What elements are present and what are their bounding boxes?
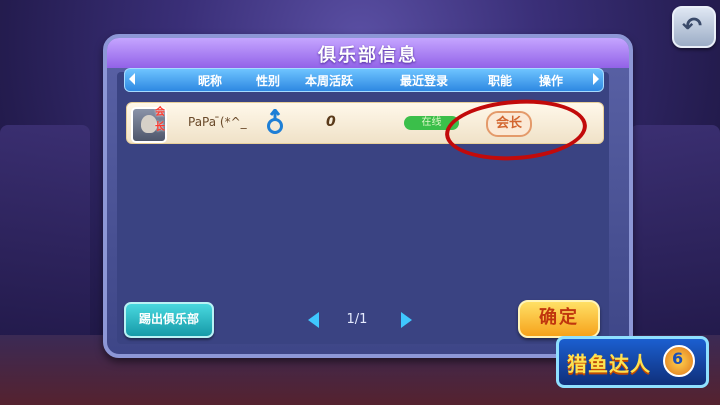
logo-text: 猎鱼达人 [567, 352, 651, 376]
column-nickname: 昵称 [198, 74, 223, 88]
column-role: 职能 [488, 74, 513, 88]
dialog-title-bar: 俱乐部信息 [107, 38, 629, 68]
next-page-arrow-icon[interactable] [401, 312, 412, 328]
scenery-pillar-left [0, 125, 90, 345]
avatar[interactable]: 会长 [131, 107, 167, 143]
logo-emblem-icon: 6 [663, 345, 695, 377]
scenery-pillar-right [630, 125, 720, 345]
header-left-arrow-icon [129, 73, 135, 85]
confirm-button[interactable]: 确定 [518, 300, 600, 338]
member-table-header: 昵称 性别 本周活跃 最近登录 职能 操作 [124, 68, 604, 92]
column-actions: 操作 [539, 74, 564, 88]
game-logo: 猎鱼达人 6 [556, 336, 709, 388]
kick-from-club-button[interactable]: 踢出俱乐部 [124, 302, 214, 338]
page-indicator: 1/1 [346, 312, 368, 327]
column-weekly-active: 本周活跃 [305, 74, 354, 88]
back-arrow-icon: ↶ [682, 12, 703, 40]
header-right-arrow-icon [593, 73, 599, 85]
dialog-title: 俱乐部信息 [318, 45, 418, 66]
prev-page-arrow-icon[interactable] [308, 312, 319, 328]
back-button[interactable]: ↶ [672, 6, 716, 48]
chief-badge: 会长 [155, 107, 165, 133]
male-gender-icon [267, 109, 283, 134]
column-gender: 性别 [256, 74, 281, 88]
member-nickname: PaPa ̄(*^_ [188, 115, 247, 129]
weekly-active-value: 0 [326, 114, 336, 130]
column-last-login: 最近登录 [400, 74, 449, 88]
